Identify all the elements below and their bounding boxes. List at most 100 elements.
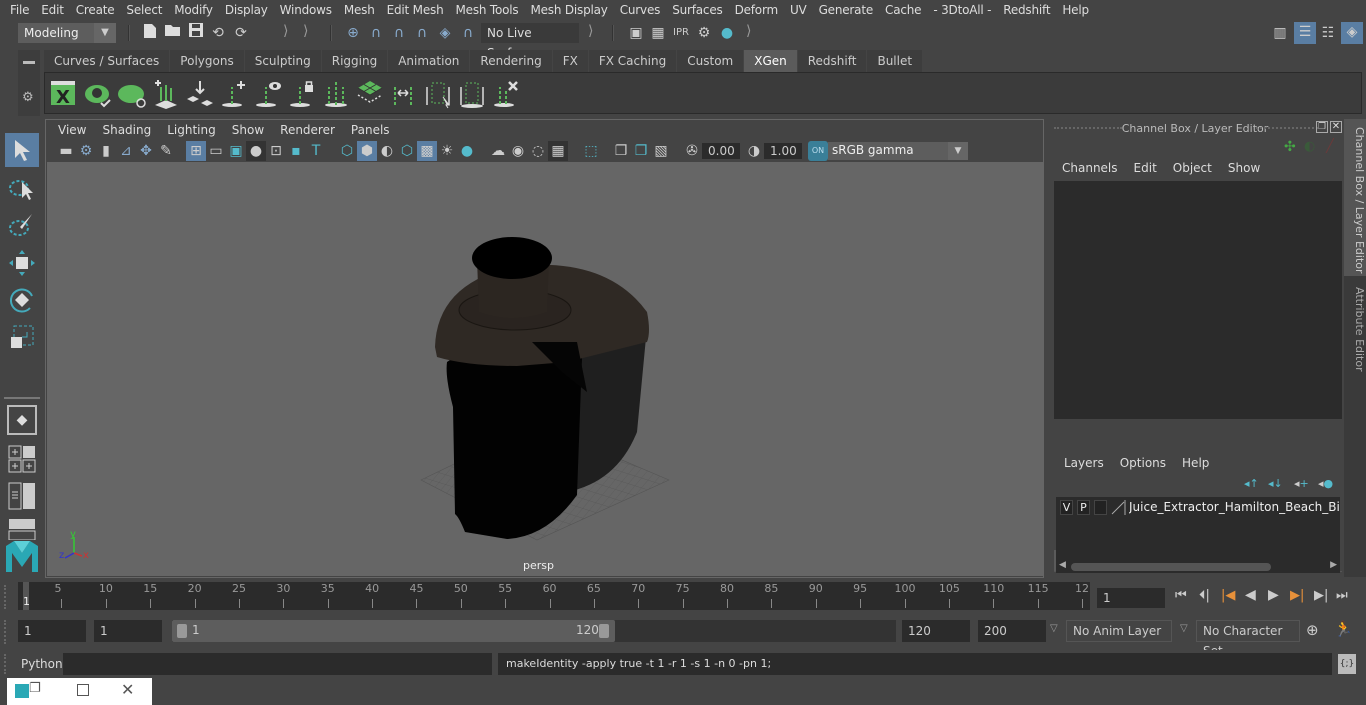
new-scene-icon[interactable] xyxy=(140,23,160,43)
add-guide-plus-icon[interactable] xyxy=(219,79,249,109)
layer-menu-options[interactable]: Options xyxy=(1112,456,1174,470)
layer-menu-help[interactable]: Help xyxy=(1174,456,1217,470)
cb-menu-object[interactable]: Object xyxy=(1165,161,1220,175)
gamma-field[interactable]: 1.00 xyxy=(764,143,802,159)
xray-active-icon[interactable]: ❐ xyxy=(631,141,651,161)
channel-box-toggle-icon[interactable]: ◈ xyxy=(1341,22,1363,44)
panel-grip[interactable] xyxy=(1256,127,1318,129)
character-set-dropdown[interactable]: No Character Set xyxy=(1196,620,1300,658)
xray-joints-icon[interactable]: ❐ xyxy=(611,141,631,161)
colorspace-dropdown[interactable]: sRGB gamma ▼ xyxy=(828,142,968,160)
safe-title-icon[interactable]: T xyxy=(306,141,326,161)
shelf-tab-rendering[interactable]: Rendering xyxy=(470,50,552,72)
timeline-grip[interactable] xyxy=(4,585,8,609)
playback-end-field[interactable]: 120 xyxy=(902,620,970,642)
range-end-handle[interactable] xyxy=(599,624,609,638)
menu-curves[interactable]: Curves xyxy=(614,3,666,17)
time-slider-track[interactable]: 1 5 10 15 20 25 30 35 40 45 50 55 60 65 70 75 80 85 90 95 10… xyxy=(18,582,1090,610)
render-settings-icon[interactable]: ⚙ xyxy=(694,23,714,43)
anti-aliasing-icon[interactable]: ◌ xyxy=(528,141,548,161)
four-view-layout[interactable] xyxy=(8,445,36,473)
hud-icon[interactable]: ▧ xyxy=(651,141,671,161)
character-set-chevron-icon[interactable]: ▽ xyxy=(1180,623,1188,634)
shelf-tab-curves-surfaces[interactable]: Curves / Surfaces xyxy=(44,50,170,72)
menu-select[interactable]: Select xyxy=(120,3,168,17)
shelf-tab-fx[interactable]: FX xyxy=(552,50,588,72)
bookmark-icon[interactable]: ▮ xyxy=(96,141,116,161)
move-layer-down-icon[interactable]: ◂↓ xyxy=(1268,477,1283,490)
depth-of-field-icon[interactable]: ▦ xyxy=(548,141,568,161)
viewport-menu-view[interactable]: View xyxy=(50,123,94,137)
tool-settings-toggle-icon[interactable]: ☷ xyxy=(1318,23,1338,43)
layer-color-swatch[interactable] xyxy=(1111,500,1126,515)
start-time-field[interactable]: 1 xyxy=(18,620,86,642)
cb-menu-edit[interactable]: Edit xyxy=(1126,161,1165,175)
ipr-render-icon[interactable]: IPR xyxy=(671,23,691,43)
anim-layer-dropdown[interactable]: No Anim Layer xyxy=(1066,620,1172,642)
cb-menu-show[interactable]: Show xyxy=(1220,161,1268,175)
manipulator-icon[interactable]: ✣ xyxy=(1284,139,1296,155)
layer-row[interactable]: V P Juice_Extractor_Hamilton_Beach_Big_M… xyxy=(1056,499,1340,517)
save-scene-icon[interactable] xyxy=(186,23,206,43)
select-guide-icon[interactable] xyxy=(423,79,453,109)
shadows-icon[interactable]: ● xyxy=(457,141,477,161)
new-layer-selected-icon[interactable]: ◂● xyxy=(1318,477,1333,490)
move-tool[interactable] xyxy=(5,246,39,280)
paint-select-tool[interactable] xyxy=(5,208,39,242)
menu-edit[interactable]: Edit xyxy=(35,3,69,17)
show-guide-icon[interactable] xyxy=(253,79,283,109)
display-type-toggle[interactable] xyxy=(1094,500,1107,515)
resolution-gate-icon[interactable]: ▣ xyxy=(226,141,246,161)
shelf-tab-bullet[interactable]: Bullet xyxy=(867,50,923,72)
playback-toggle[interactable]: P xyxy=(1077,500,1090,515)
viewport-menu-show[interactable]: Show xyxy=(224,123,272,137)
shelf-tab-sculpting[interactable]: Sculpting xyxy=(244,50,321,72)
image-plane-icon[interactable]: ⊿ xyxy=(116,141,136,161)
exposure-icon[interactable]: ✇ xyxy=(682,141,702,161)
menu-cache[interactable]: Cache xyxy=(879,3,927,17)
float-panel-icon[interactable]: ❐ xyxy=(1316,121,1328,133)
collapse-arrow-icon[interactable]: ⟩ xyxy=(303,23,308,39)
render-sequence-icon[interactable]: ▦ xyxy=(648,23,668,43)
snap-magnet-icon[interactable]: ∩ xyxy=(458,23,478,43)
delete-guide-icon[interactable] xyxy=(491,79,521,109)
move-layer-up-icon[interactable]: ◂↑ xyxy=(1244,477,1259,490)
use-all-lights-icon[interactable]: ☀ xyxy=(437,141,457,161)
lock-guide-icon[interactable] xyxy=(287,79,317,109)
shelf-tab-rigging[interactable]: Rigging xyxy=(321,50,388,72)
film-gate-icon[interactable]: ▭ xyxy=(206,141,226,161)
layer-name[interactable]: Juice_Extractor_Hamilton_Beach_Big_Mou xyxy=(1129,500,1339,514)
snap-view-plane-icon[interactable]: ∩ xyxy=(412,23,432,43)
side-tab-attribute-editor[interactable]: Attribute Editor xyxy=(1344,279,1366,379)
step-back-frame-button[interactable]: ⏴| xyxy=(1199,588,1210,603)
viewport-menu-panels[interactable]: Panels xyxy=(343,123,398,137)
close-icon[interactable]: ✕ xyxy=(1330,121,1342,133)
clear-preview-icon[interactable] xyxy=(117,79,147,109)
attribute-editor-toggle-icon[interactable]: ☰ xyxy=(1294,22,1316,44)
collapse-arrow-icon[interactable]: ⟩ xyxy=(283,23,288,39)
script-editor-icon[interactable]: {;} xyxy=(1338,654,1356,674)
new-layer-icon[interactable]: ◂+ xyxy=(1294,477,1309,490)
menu-windows[interactable]: Windows xyxy=(274,3,338,17)
color-management-toggle-icon[interactable]: ON xyxy=(808,141,828,161)
xray-icon[interactable]: ⬡ xyxy=(397,141,417,161)
playback-start-field[interactable]: 1 xyxy=(94,620,162,642)
visibility-toggle[interactable]: V xyxy=(1060,500,1073,515)
2d-pan-zoom-icon[interactable]: ✥ xyxy=(136,141,156,161)
select-tool[interactable] xyxy=(5,133,39,167)
go-to-start-button[interactable]: ⏮ xyxy=(1175,588,1187,603)
viewport-canvas[interactable]: y x z persp xyxy=(47,162,1043,576)
snap-live-icon[interactable]: ◈ xyxy=(435,23,455,43)
menu-help[interactable]: Help xyxy=(1056,3,1095,17)
channel-list[interactable] xyxy=(1054,181,1342,419)
smooth-shade-icon[interactable]: ⬢ xyxy=(357,141,377,161)
rotate-tool[interactable] xyxy=(5,283,39,317)
ambient-occlusion-icon[interactable]: ☁ xyxy=(488,141,508,161)
camera-select-icon[interactable]: ▬ xyxy=(56,141,76,161)
close-icon[interactable]: ✕ xyxy=(121,680,134,699)
layer-menu-layers[interactable]: Layers xyxy=(1056,456,1112,470)
scale-tool[interactable] xyxy=(5,320,39,354)
undo-icon[interactable]: ⟲ xyxy=(208,23,228,43)
render-frame-icon[interactable]: ▣ xyxy=(626,23,646,43)
layer-horizontal-scrollbar[interactable]: ◀ ▶ xyxy=(1056,560,1340,573)
